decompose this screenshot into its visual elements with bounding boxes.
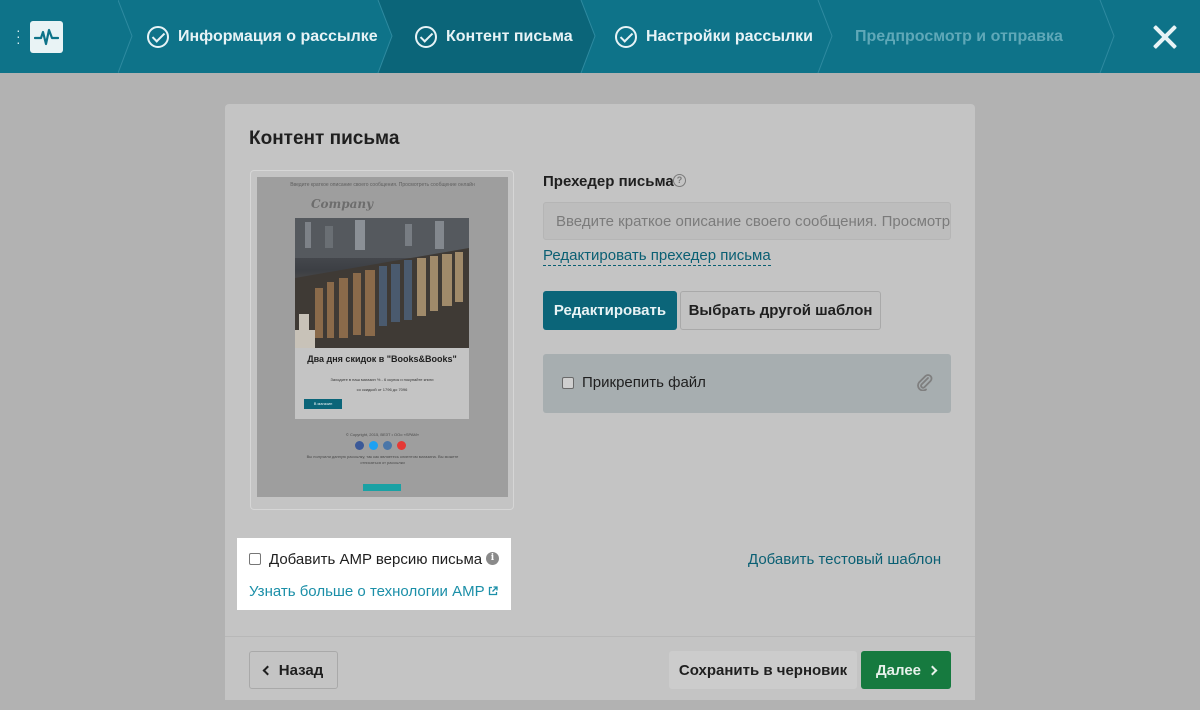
next-label: Далее xyxy=(875,661,922,679)
check-circle-icon xyxy=(615,25,637,48)
template-preview[interactable]: Введите краткое описание своего сообщени… xyxy=(250,170,514,510)
choose-template-button[interactable]: Выбрать другой шаблон xyxy=(680,291,881,330)
add-test-template-link[interactable]: Добавить тестовый шаблон xyxy=(748,551,941,568)
preview-shop-button: В магазин xyxy=(304,399,342,409)
question-icon[interactable]: ? xyxy=(673,174,686,187)
check-circle-icon xyxy=(147,25,169,48)
edit-preheader-link[interactable]: Редактировать прехедер письма xyxy=(543,247,771,266)
preview-subtext: Заходите в наш магазин % - 6 скупок и по… xyxy=(330,377,434,382)
vk-icon xyxy=(383,441,392,450)
step-preview-send[interactable]: Предпросмотр и отправка xyxy=(855,0,1063,73)
amp-section: Добавить AMP версию письма i Узнать боль… xyxy=(237,538,511,610)
youtube-icon xyxy=(397,441,406,450)
step-label: Настройки рассылки xyxy=(646,27,813,45)
twitter-icon xyxy=(369,441,378,450)
save-draft-button[interactable]: Сохранить в черновик xyxy=(669,651,857,689)
chevron-right-icon xyxy=(927,665,938,675)
preheader-label: Прехедер письма xyxy=(543,173,674,190)
edit-button[interactable]: Редактировать xyxy=(543,291,677,330)
next-button[interactable]: Далее xyxy=(861,651,951,689)
preheader-input[interactable]: Введите краткое описание своего сообщени… xyxy=(543,202,951,240)
wizard-footer: Назад Сохранить в черновик Далее xyxy=(225,636,975,700)
attach-file-panel: Прикрепить файл xyxy=(543,354,951,413)
attach-file-label: Прикрепить файл xyxy=(582,374,706,391)
books-photo xyxy=(295,218,469,348)
page-title: Контент письма xyxy=(249,128,400,149)
preview-top-line: Введите краткое описание своего сообщени… xyxy=(290,182,475,188)
preview-copyright: © Copyright, 2015, ВЕЗТ • ООо «SPAM» xyxy=(345,432,420,437)
attach-file-checkbox[interactable] xyxy=(562,377,574,389)
preview-company-logo: Company xyxy=(311,197,374,211)
wizard-topbar: · · · Информация о рассылке Контент письма… xyxy=(0,0,1200,73)
check-circle-icon xyxy=(415,25,437,48)
preview-body: Два дня скидок в "Books&Books" Заходите … xyxy=(295,348,469,419)
preview-badge xyxy=(363,484,401,491)
step-settings[interactable]: Настройки рассылки xyxy=(615,0,813,73)
step-content[interactable]: Контент письма xyxy=(415,0,573,73)
preview-unsubscribe-note: Вы получили данную рассылку, так как явл… xyxy=(306,454,459,465)
facebook-icon xyxy=(355,441,364,450)
amp-checkbox[interactable] xyxy=(249,553,261,565)
step-label: Контент письма xyxy=(446,27,573,45)
step-label: Информация о рассылке xyxy=(178,27,378,45)
step-label: Предпросмотр и отправка xyxy=(855,27,1063,45)
amp-label: Добавить AMP версию письма xyxy=(269,551,483,568)
preview-subtext-2: со скидкой от 1796 до 7096 xyxy=(356,387,408,392)
wizard-steps: Информация о рассылке Контент письма Нас… xyxy=(0,0,1200,73)
info-icon[interactable]: i xyxy=(486,552,499,565)
preview-social-icons xyxy=(355,441,413,451)
back-button[interactable]: Назад xyxy=(249,651,338,689)
email-thumbnail: Введите краткое описание своего сообщени… xyxy=(257,177,508,497)
back-label: Назад xyxy=(278,661,324,679)
external-link-icon xyxy=(488,586,498,596)
close-icon[interactable] xyxy=(1151,23,1179,51)
chevron-left-icon xyxy=(262,665,273,675)
preview-headline: Два дня скидок в "Books&Books" xyxy=(307,354,457,364)
amp-learn-more-link[interactable]: Узнать больше о технологии AMP xyxy=(249,583,485,600)
step-info[interactable]: Информация о рассылке xyxy=(147,0,378,73)
paperclip-icon[interactable] xyxy=(915,373,933,391)
